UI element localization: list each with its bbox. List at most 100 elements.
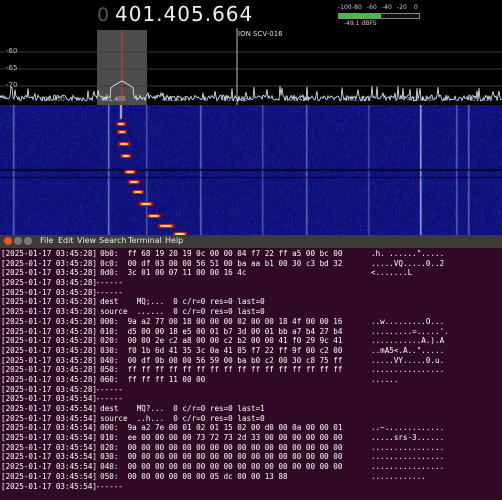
line-content: 050: ff ff ff ff ff ff ff ff ff ff ff ff… [91,365,343,375]
terminal-line: [2025-01-17 03:45:28] 000: 9a a2 77 00 1… [0,317,502,327]
menu-help[interactable]: Help [165,236,183,245]
menu-edit[interactable]: Edit [58,236,74,245]
line-content: 050: 00 00 00 00 00 00 05 dc 00 00 13 88 [91,471,288,481]
terminal-line: [2025-01-17 03:45:54] 030: 00 00 00 00 0… [0,452,502,462]
line-ascii: ............ [371,471,426,481]
x-axis-label: 401.430 [407,96,432,103]
terminal-line: [2025-01-17 03:45:28] ------ [0,385,502,395]
line-timestamp: [2025-01-17 03:45:54] [1,404,98,413]
line-timestamp: [2025-01-17 03:45:54] [1,471,98,481]
sdr-panel: -60 -65 -70 401.400 401.405 401.410 401.… [0,0,502,235]
line-content: 060: ff ff ff 11 00 00 [91,374,206,384]
line-timestamp: [2025-01-17 03:45:28] [1,307,98,317]
line-timestamp: [2025-01-17 03:45:28] [1,384,98,394]
minimize-window-button[interactable] [14,237,22,245]
line-timestamp: [2025-01-17 03:45:28] [1,287,98,297]
terminal-line: [2025-01-17 03:45:28] ------ [0,278,502,288]
frequency-prefix: 0 [97,4,110,26]
line-content: 0d0: 3c 01 00 07 11 00 00 16 4c [91,268,247,278]
terminal-line: [2025-01-17 03:45:28] 0b0: ff 68 19 20 1… [0,249,502,259]
meter-readout: -49.1 dBFS [344,20,377,27]
terminal-line: [2025-01-17 03:45:28] 030: f0 1b 6d 41 3… [0,346,502,356]
line-timestamp: [2025-01-17 03:45:54] [1,413,98,423]
line-timestamp: [2025-01-17 03:45:28] [1,316,98,326]
line-content: 030: f0 1b 6d 41 35 3c 0a 41 85 f7 22 ff… [91,345,343,355]
meter-scale-label: 0 [414,4,418,11]
meter-scale-label: -100 [338,4,352,11]
line-ascii: ..w.........O... [371,316,445,326]
line-content: dest MQ;... 0 c/r=0 res=0 last=0 [91,297,265,307]
line-timestamp: [2025-01-17 03:45:54] [1,442,98,452]
x-axis-label: 401.405 [101,96,126,103]
meter-fill [339,14,382,18]
y-axis-label: -70 [6,81,18,89]
line-content: ------ [91,287,124,297]
meter-track [338,13,420,19]
line-content: 040: 00 df 0b 00 00 56 59 00 ba b0 c2 00… [91,355,343,365]
terminal-line: [2025-01-17 03:45:54] 010: ee 00 00 00 0… [0,433,502,443]
meter-scale-label: -20 [397,4,407,11]
line-content: 000: 9a a2 77 00 18 00 00 00 02 00 00 18… [91,316,343,326]
line-content: 040: 00 00 00 00 00 00 00 00 00 00 00 00… [91,462,343,472]
waterfall-display[interactable] [0,105,502,235]
line-content: 0c0: 00 df 03 00 00 56 51 00 ba aa b1 00… [91,258,343,268]
terminal-line: [2025-01-17 03:45:28] 040: 00 df 0b 00 0… [0,356,502,366]
terminal-line: [2025-01-17 03:45:28] dest MQ;... 0 c/r=… [0,297,502,307]
menu-view[interactable]: View [77,236,96,245]
line-ascii: .h. ......"..... [371,249,445,258]
terminal-window: File Edit View Search Terminal Help [202… [0,235,502,500]
terminal-line: [2025-01-17 03:45:28] 0d0: 3c 01 00 07 1… [0,268,502,278]
line-timestamp: [2025-01-17 03:45:28] [1,336,98,346]
line-ascii: ................ [371,442,445,452]
menu-terminal[interactable]: Terminal [128,236,162,245]
line-timestamp: [2025-01-17 03:45:28] [1,268,98,278]
terminal-line: [2025-01-17 03:45:54] 050: 00 00 00 00 0… [0,472,502,482]
terminal-line: [2025-01-17 03:45:54] ------ [0,482,502,492]
line-timestamp: [2025-01-17 03:45:28] [1,345,98,355]
x-axis-label: 401.415 [223,96,248,103]
station-label: ION SCV-016 [238,30,283,38]
line-timestamp: [2025-01-17 03:45:28] [1,365,98,375]
x-axis-label: 401.425 [346,96,371,103]
line-ascii: ..mA5<.A.."..... [371,345,445,355]
line-ascii: .....VY.....0.u. [371,355,445,365]
line-timestamp: [2025-01-17 03:45:28] [1,249,98,258]
line-timestamp: [2025-01-17 03:45:28] [1,355,98,365]
line-content: source ..h... 0 c/r=0 res=0 last=0 [91,413,265,423]
line-timestamp: [2025-01-17 03:45:54] [1,394,98,404]
line-content: 020: 00 00 00 00 00 00 00 00 00 00 00 00… [91,442,343,452]
line-timestamp: [2025-01-17 03:45:28] [1,297,98,307]
terminal-line: [2025-01-17 03:45:28] ------ [0,288,502,298]
line-content: 010: d5 00 00 18 e5 00 01 b7 3d 00 01 bb… [91,326,343,336]
menu-search[interactable]: Search [99,236,126,245]
line-content: 010: ee 00 00 00 00 73 72 73 2d 33 00 00… [91,433,343,443]
line-content: source ...... 0 c/r=0 res=0 last=0 [91,307,265,317]
maximize-window-button[interactable] [24,237,32,245]
line-content: ------ [91,481,124,491]
terminal-output[interactable]: [2025-01-17 03:45:28] 0b0: ff 68 19 20 1… [0,249,502,491]
line-content: ------ [91,384,124,394]
line-timestamp: [2025-01-17 03:45:54] [1,462,98,472]
terminal-line: [2025-01-17 03:45:54] source ..h... 0 c/… [0,414,502,424]
line-ascii: .....VQ.....0..2 [371,258,445,268]
line-ascii: ................ [371,452,445,462]
meter-scale-label: -60 [367,4,377,11]
x-axis-label: 401.400 [40,96,65,103]
terminal-line: [2025-01-17 03:45:28] 010: d5 00 00 18 e… [0,327,502,337]
line-timestamp: [2025-01-17 03:45:54] [1,481,98,491]
terminal-line: [2025-01-17 03:45:28] source ...... 0 c/… [0,307,502,317]
terminal-line: [2025-01-17 03:45:54] 040: 00 00 00 00 0… [0,462,502,472]
line-content: ------ [91,394,124,404]
line-timestamp: [2025-01-17 03:45:28] [1,326,98,336]
frequency-display[interactable]: 401.405.664 [115,2,253,26]
close-window-button[interactable] [4,237,12,245]
line-ascii: ...... [371,374,399,384]
menu-file[interactable]: File [40,236,53,245]
x-axis-label: 401.420 [285,96,310,103]
terminal-line: [2025-01-17 03:45:54] ------ [0,394,502,404]
terminal-line: [2025-01-17 03:45:54] 000: 9a a2 7e 00 0… [0,423,502,433]
line-ascii: ..~............. [371,423,445,433]
line-timestamp: [2025-01-17 03:45:54] [1,433,98,443]
terminal-line: [2025-01-17 03:45:28] 020: 00 00 2e c2 a… [0,336,502,346]
terminal-line: [2025-01-17 03:45:28] 050: ff ff ff ff f… [0,365,502,375]
